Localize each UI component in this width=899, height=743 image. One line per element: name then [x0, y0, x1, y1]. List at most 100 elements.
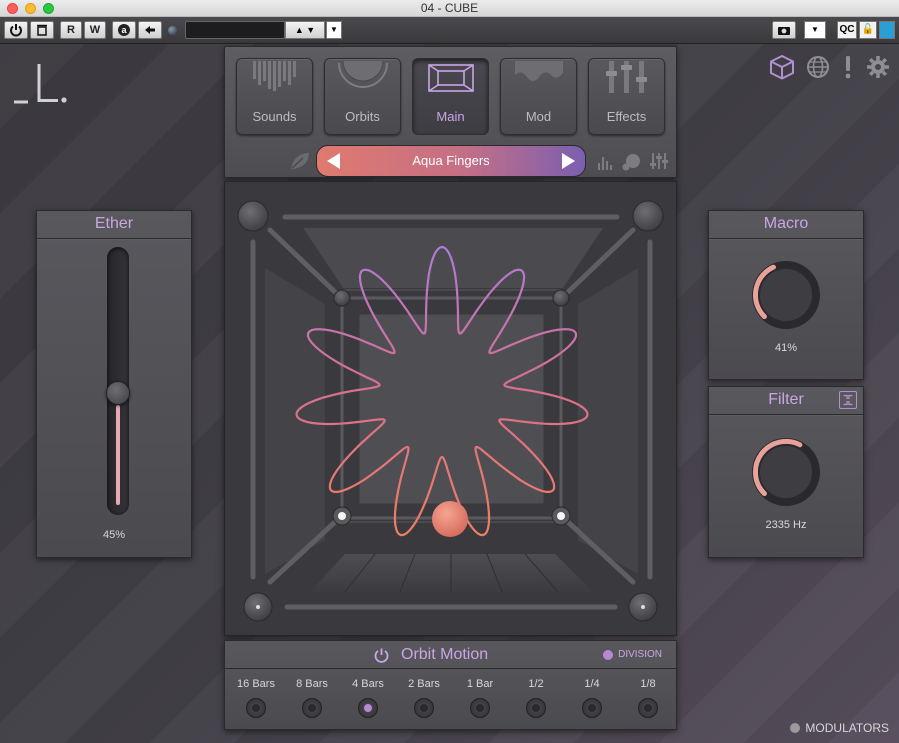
minimize-window-button[interactable] [25, 3, 36, 14]
filter-panel: Filter 2335 Hz [708, 386, 864, 558]
macro-knob[interactable] [747, 256, 825, 334]
modulators-label: MODULATORS [805, 721, 889, 735]
cube-visual [237, 200, 664, 622]
preset-name[interactable]: Aqua Fingers [317, 146, 585, 176]
spectrum-icon[interactable] [597, 153, 615, 171]
orbit-motion-title: Orbit Motion [401, 646, 489, 663]
corner-node[interactable] [237, 200, 269, 232]
tab-main-label: Main [436, 109, 465, 124]
write-automation-button[interactable]: W [84, 21, 106, 39]
division-label-5: 1/2 [528, 678, 544, 690]
division-label-1: 8 Bars [296, 678, 328, 690]
division-radio-4[interactable] [470, 698, 490, 718]
tab-sounds-label: Sounds [252, 109, 297, 124]
division-label-4: 1 Bar [466, 678, 494, 690]
modulators-indicator-icon [790, 723, 801, 733]
host-preset-field[interactable] [185, 21, 285, 39]
division-radio-7[interactable] [638, 698, 658, 718]
read-automation-button[interactable]: R [60, 21, 82, 39]
ether-panel: Ether 45% [36, 210, 192, 558]
globe-icon[interactable] [805, 54, 831, 80]
host-menu-chevron-icon[interactable]: ▼ [804, 21, 826, 39]
power-icon[interactable] [4, 21, 28, 39]
tab-main[interactable]: Main [412, 58, 489, 135]
orbit-cube-view[interactable] [224, 181, 677, 636]
camera-icon[interactable] [772, 21, 796, 39]
ether-slider-fill [116, 405, 120, 505]
back-arrow-icon[interactable] [138, 21, 162, 39]
tab-mod-label: Mod [525, 109, 552, 124]
quick-controls-button[interactable]: QC [837, 21, 857, 39]
division-label-6: 1/4 [584, 678, 600, 690]
division-toggle[interactable]: DIVISION [603, 649, 662, 660]
window-title: 04 - CUBE [420, 1, 479, 15]
gear-icon[interactable] [865, 54, 891, 80]
auto-label: a [118, 24, 130, 36]
filter-value: 2335 Hz [765, 519, 807, 531]
auto-button[interactable]: a [112, 21, 136, 39]
tab-sounds[interactable]: Sounds [236, 58, 313, 135]
division-label-3: 2 Bars [408, 678, 440, 690]
preset-selector[interactable]: Aqua Fingers [316, 145, 586, 177]
orbit-motion-power-icon[interactable] [373, 647, 390, 664]
navigation-header: Sounds Orbits Main Mod Effects Aqua Fing… [224, 46, 677, 178]
preset-step-arrows-icon[interactable]: ▲ ▼ [285, 21, 325, 39]
status-led-icon [168, 26, 177, 35]
effects-sliders-icon [606, 61, 647, 93]
top-right-icons [769, 54, 891, 80]
orbit-position-ball[interactable] [432, 501, 468, 537]
ether-value: 45% [102, 529, 126, 541]
preset-dropdown-chevron-icon[interactable]: ▼ [326, 21, 342, 39]
corner-node[interactable] [632, 200, 664, 232]
alert-icon[interactable] [841, 54, 855, 80]
tab-effects[interactable]: Effects [588, 58, 665, 135]
division-radio-dot [308, 704, 316, 712]
compare-icon[interactable] [30, 21, 54, 39]
division-radio-dot [364, 704, 372, 712]
sounds-icon [253, 61, 296, 91]
filter-knob[interactable] [747, 433, 825, 511]
brand-logo-icon [14, 64, 67, 104]
orbit-motion-panel: Orbit Motion DIVISION 16 Bars 8 Bars 4 Bar… [224, 640, 677, 730]
division-radio-5[interactable] [526, 698, 546, 718]
division-label-7: 1/8 [640, 678, 656, 690]
plugin-area: Sounds Orbits Main Mod Effects Aqua Fing… [0, 44, 899, 743]
division-radio-0[interactable] [246, 698, 266, 718]
ether-slider-thumb[interactable] [106, 381, 130, 406]
division-indicator-icon [603, 649, 614, 660]
macro-title: Macro [709, 211, 863, 239]
modulators-toggle[interactable]: MODULATORS [790, 721, 889, 735]
division-radio-3[interactable] [414, 698, 434, 718]
tab-orbits[interactable]: Orbits [324, 58, 401, 135]
lock-icon[interactable]: 🔓 [859, 21, 877, 39]
division-radio-dot [476, 704, 484, 712]
tab-effects-label: Effects [606, 109, 647, 124]
panel-toggle-icon[interactable] [879, 21, 895, 39]
next-preset-arrow-icon[interactable] [562, 153, 575, 169]
ether-slider[interactable] [106, 247, 130, 515]
mixer-sliders-icon[interactable] [649, 151, 669, 171]
mod-wave-icon [515, 61, 563, 81]
division-label: DIVISION [618, 649, 662, 660]
tab-mod[interactable]: Mod [500, 58, 577, 135]
cube-icon[interactable] [769, 54, 795, 80]
close-window-button[interactable] [7, 3, 18, 14]
macro-value: 41% [774, 342, 798, 354]
window-titlebar: 04 - CUBE [0, 0, 899, 17]
host-toolbar: R W a ▲ ▼ ▼ ▼ QC 🔓 [0, 17, 899, 44]
tab-orbits-label: Orbits [345, 109, 380, 124]
blob-icon[interactable] [621, 152, 643, 172]
orbits-icon [338, 61, 388, 88]
division-radio-dot [644, 704, 652, 712]
division-radio-dot [420, 704, 428, 712]
division-radio-6[interactable] [582, 698, 602, 718]
division-radio-dot [588, 704, 596, 712]
division-label-0: 16 Bars [237, 678, 275, 690]
leaf-icon[interactable] [289, 151, 311, 171]
main-cube-icon [428, 64, 474, 92]
division-radio-1[interactable] [302, 698, 322, 718]
division-radio-2[interactable] [358, 698, 378, 718]
ether-title: Ether [37, 211, 191, 239]
filter-routing-icon[interactable] [839, 391, 857, 409]
zoom-window-button[interactable] [43, 3, 54, 14]
